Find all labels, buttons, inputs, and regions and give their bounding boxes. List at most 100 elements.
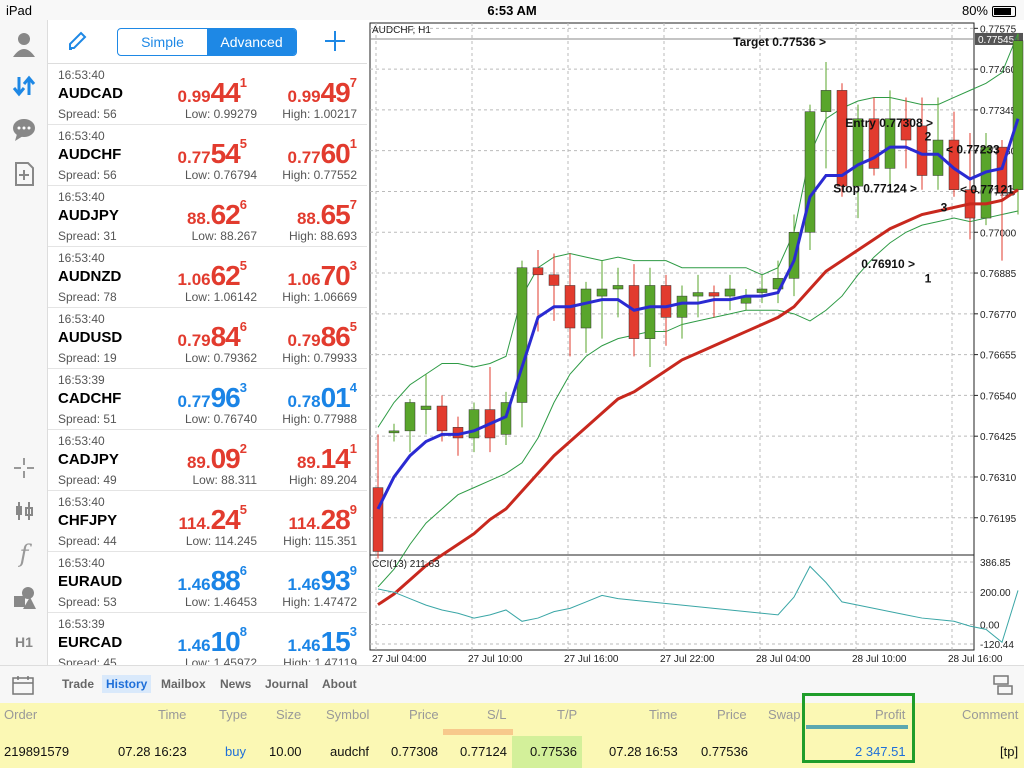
chart-type-icon[interactable] <box>8 495 40 527</box>
quote-time: 16:53:40 <box>58 129 105 143</box>
quote-low: Low: 88.311 <box>192 473 258 487</box>
time-tick-label: 27 Jul 22:00 <box>660 654 715 665</box>
crosshair-icon[interactable] <box>8 452 40 484</box>
profit-highlight-box <box>802 693 915 763</box>
cell-sl: 0.77124 <box>460 744 507 759</box>
quote-row-audchf[interactable]: 16:53:40 AUDCHF Spread: 56 Low: 0.76794 High… <box>48 125 367 186</box>
tab-history[interactable]: History <box>102 675 152 693</box>
quote-ask[interactable]: 1.46939 <box>288 563 357 597</box>
candle-body <box>548 274 560 286</box>
quote-row-euraud[interactable]: 16:53:40 EURAUD Spread: 53 Low: 1.46453 High… <box>48 552 367 613</box>
quote-row-chfjpy[interactable]: 16:53:40 CHFJPY Spread: 44 Low: 114.245 High… <box>48 491 367 552</box>
quote-ask[interactable]: 89.141 <box>297 441 357 475</box>
candle-body <box>692 292 704 297</box>
tab-mailbox[interactable]: Mailbox <box>157 675 210 693</box>
add-symbol-plus-icon[interactable] <box>323 29 347 58</box>
quote-row-audusd[interactable]: 16:53:40 AUDUSD Spread: 19 Low: 0.79362 High… <box>48 308 367 369</box>
tab-journal[interactable]: Journal <box>261 675 312 693</box>
bid-prefix: 1.06 <box>177 270 211 289</box>
col-swap: Swap <box>768 707 801 722</box>
bid-prefix: 89. <box>186 453 211 472</box>
new-document-icon[interactable] <box>8 158 40 190</box>
ask-prefix: 0.77 <box>287 148 321 167</box>
candle-body <box>660 285 672 318</box>
quote-bid[interactable]: 114.245 <box>178 502 247 536</box>
calendar-icon[interactable] <box>12 675 34 698</box>
quote-bid[interactable]: 0.99441 <box>178 75 247 109</box>
quote-bid[interactable]: 88.626 <box>187 197 247 231</box>
advanced-tab[interactable]: Advanced <box>207 29 296 55</box>
ask-big-digits: 93 <box>320 565 351 596</box>
quote-ask[interactable]: 1.46153 <box>288 624 357 658</box>
quote-spread: Spread: 53 <box>58 595 117 609</box>
ask-big-digits: 14 <box>320 443 351 474</box>
quote-ask[interactable]: 0.78014 <box>288 380 357 414</box>
bid-pip: 6 <box>239 319 247 334</box>
status-bar: iPad 6:53 AM 80% <box>0 0 1024 20</box>
quote-high: High: 1.06669 <box>282 290 357 304</box>
col-size: Size <box>276 707 302 722</box>
tab-trade[interactable]: Trade <box>58 675 98 693</box>
history-table: Order Time Type Size Symbol Price S/L T/… <box>0 693 1024 768</box>
timeframe-icon[interactable]: H1 <box>8 626 40 658</box>
col-time: Time <box>158 707 187 722</box>
chat-icon[interactable] <box>8 114 40 146</box>
edit-pencil-icon[interactable] <box>66 30 88 57</box>
candle-body <box>756 288 768 293</box>
quote-ask[interactable]: 88.657 <box>297 197 357 231</box>
simple-tab[interactable]: Simple <box>118 29 207 55</box>
ask-pip: 9 <box>349 502 357 517</box>
quote-row-audjpy[interactable]: 16:53:40 AUDJPY Spread: 31 Low: 88.267 High:… <box>48 186 367 247</box>
price-chart[interactable]: 0.775750.774600.773450.772300.771150.770… <box>368 20 1024 665</box>
quote-ask[interactable]: 114.289 <box>288 502 357 536</box>
quote-bid[interactable]: 89.092 <box>186 441 247 475</box>
left-icon-bar: f H1 <box>0 20 48 665</box>
candle-body <box>580 288 592 329</box>
quote-low: Low: 0.79362 <box>184 351 257 365</box>
tab-about[interactable]: About <box>318 675 361 693</box>
cell-comment: [tp] <box>1000 744 1019 759</box>
quote-bid[interactable]: 0.77963 <box>178 380 247 414</box>
quote-bid[interactable]: 0.77545 <box>178 136 247 170</box>
quote-row-audcad[interactable]: 16:53:40 AUDCAD Spread: 56 Low: 0.99279 High… <box>48 64 367 125</box>
clock: 6:53 AM <box>487 3 537 18</box>
cci-tick-label: 386.85 <box>980 558 1011 569</box>
ask-big-digits: 15 <box>320 626 351 657</box>
bid-pip: 1 <box>239 75 247 90</box>
objects-icon[interactable] <box>8 582 40 614</box>
ask-big-digits: 70 <box>320 260 351 291</box>
quote-ask[interactable]: 1.06703 <box>288 258 357 292</box>
quotes-icon[interactable] <box>8 70 40 102</box>
bid-big-digits: 88 <box>210 565 241 596</box>
indicators-icon[interactable]: f <box>8 538 40 570</box>
quote-symbol: EURAUD <box>58 573 123 590</box>
time-tick-label: 27 Jul 16:00 <box>564 654 619 665</box>
bid-pip: 5 <box>239 136 247 151</box>
annotation-label: 2 <box>925 129 932 143</box>
candle-body <box>532 267 544 276</box>
cell-order: 219891579 <box>4 744 70 759</box>
quote-bid[interactable]: 1.46108 <box>178 624 247 658</box>
price-tick-label: 0.76540 <box>980 391 1017 402</box>
quote-row-cadchf[interactable]: 16:53:39 CADCHF Spread: 51 Low: 0.76740 High… <box>48 369 367 430</box>
quote-ask[interactable]: 0.79865 <box>288 319 357 353</box>
account-icon[interactable] <box>8 28 40 60</box>
annotation-label: 1 <box>925 271 932 285</box>
chart-canvas[interactable]: 0.775750.774600.773450.772300.771150.770… <box>368 20 1024 665</box>
layout-toggle-icon[interactable] <box>992 674 1014 699</box>
quote-ask[interactable]: 0.77601 <box>287 136 357 170</box>
quote-bid[interactable]: 1.06625 <box>177 258 247 292</box>
quote-ask[interactable]: 0.99497 <box>288 75 357 109</box>
quote-row-eurcad[interactable]: 16:53:39 EURCAD Spread: 45 Low: 1.45972 High… <box>48 613 367 665</box>
cell-size: 10.00 <box>269 744 302 759</box>
price-tick-label: 0.77345 <box>980 106 1017 117</box>
quote-bid[interactable]: 1.46886 <box>178 563 247 597</box>
quote-spread: Spread: 49 <box>58 473 117 487</box>
quote-row-cadjpy[interactable]: 16:53:40 CADJPY Spread: 49 Low: 88.311 High:… <box>48 430 367 491</box>
quote-symbol: AUDCAD <box>58 85 123 102</box>
tab-news[interactable]: News <box>216 675 255 693</box>
candle-body <box>612 285 624 290</box>
quote-bid[interactable]: 0.79846 <box>178 319 247 353</box>
quote-row-audnzd[interactable]: 16:53:40 AUDNZD Spread: 78 Low: 1.06142 High… <box>48 247 367 308</box>
bid-big-digits: 10 <box>210 626 241 657</box>
